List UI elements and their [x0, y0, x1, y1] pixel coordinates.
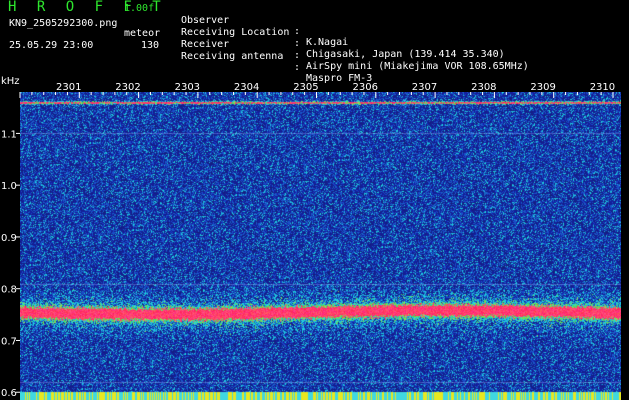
info-value: AirSpy mini (Miakejima VOR 108.65MHz): [306, 61, 529, 72]
time-label: 2306: [353, 82, 378, 93]
version-label: 1.00f: [124, 3, 155, 14]
y-tick-label: 1.1: [1, 129, 17, 140]
info-label: Receiving antenna: [181, 51, 284, 62]
y-tick-label: 0.6: [1, 388, 17, 399]
time-label: 2310: [590, 82, 615, 93]
time-axis: 2301 2302 2303 2304 2305 2306 2307 2308 2309 2310: [19, 82, 615, 98]
y-unit-label: kHz: [1, 76, 20, 87]
count-label: 130: [141, 40, 160, 51]
time-label: 2304: [234, 82, 259, 93]
spectrogram-axes: kHz 1.11.00.90.80.70.6 2301 2302 2303 2304 2…: [1, 76, 615, 399]
time-label: 2303: [175, 82, 200, 93]
time-label: 2301: [56, 82, 81, 93]
datetime-label: 25.05.29 23:00: [9, 40, 94, 51]
time-label: 2308: [471, 82, 496, 93]
info-label: Receiving Location: [181, 27, 290, 38]
filename-label: KN9_2505292300.png: [9, 18, 118, 29]
y-tick-label: 0.8: [1, 285, 17, 296]
y-tick-label: 0.9: [1, 233, 17, 244]
info-value: Chigasaki, Japan (139.414 35.340): [306, 49, 505, 60]
meteor-label: meteor: [124, 28, 161, 39]
info-separator: :: [294, 26, 301, 37]
info-separator: :: [294, 62, 301, 73]
y-tick-label: 1.0: [1, 181, 17, 192]
time-label: 2302: [115, 82, 140, 93]
time-label: 2305: [293, 82, 318, 93]
y-tick-label: 0.7: [1, 336, 17, 347]
info-value: K.Nagai: [306, 37, 349, 48]
time-label: 2307: [412, 82, 437, 93]
time-label: 2309: [530, 82, 555, 93]
info-separator: :: [294, 38, 301, 49]
info-separator: :: [294, 50, 301, 61]
spectrogram-panel: kHz 1.1 1.0 0.9 0.8 0.7 0.6 2301 2302 2303 2304 2…: [0, 76, 629, 400]
y-axis: 1.1 1.0 0.9 0.8 0.7 0.6: [1, 129, 20, 399]
